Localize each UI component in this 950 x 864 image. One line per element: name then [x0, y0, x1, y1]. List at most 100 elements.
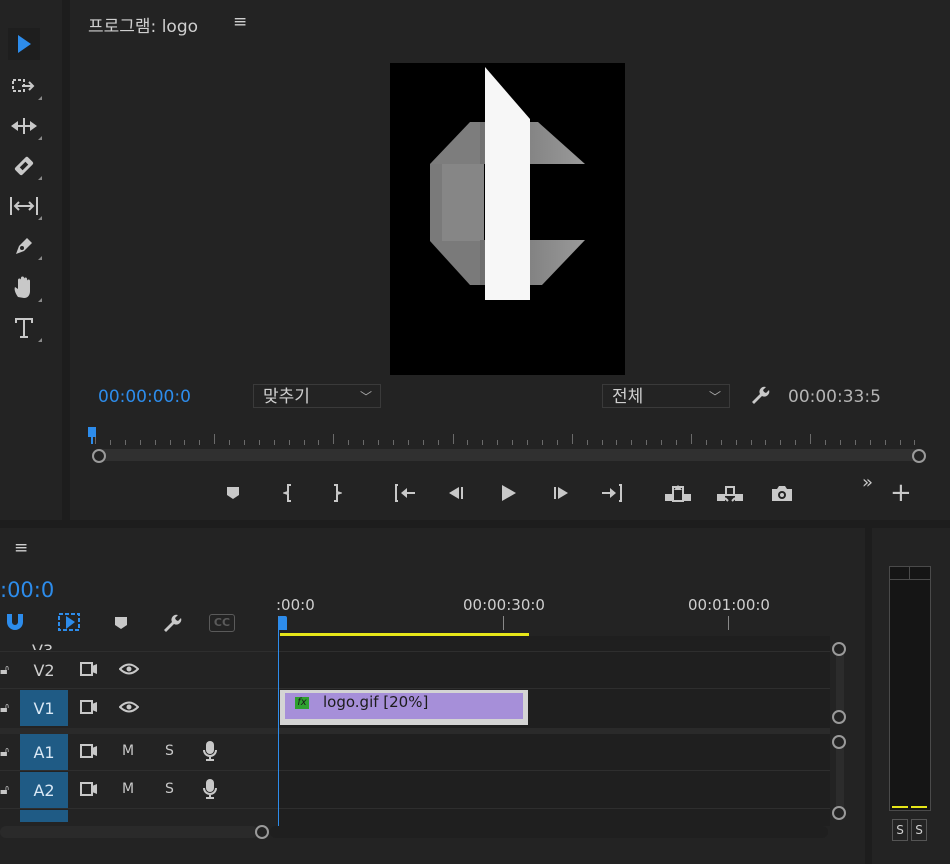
- mark-out-button[interactable]: [323, 480, 349, 506]
- snap-magnet-icon: [7, 614, 23, 630]
- monitor-zoom-scrollbar[interactable]: [98, 449, 920, 461]
- linked-selection-icon: [58, 613, 80, 631]
- lock-icon[interactable]: 🔓︎: [0, 662, 9, 678]
- step-back-button[interactable]: [443, 480, 469, 506]
- track-a1: 🔓︎ A1 M S: [0, 734, 830, 770]
- monitor-ruler-tick: [587, 440, 588, 445]
- panel-menu-icon[interactable]: ≡: [233, 12, 247, 32]
- snap-toggle[interactable]: [4, 612, 26, 634]
- more-controls-icon[interactable]: »: [862, 472, 873, 493]
- razor-tool-button[interactable]: [8, 150, 42, 182]
- eye-icon[interactable]: [118, 701, 140, 717]
- mute-track-button[interactable]: M: [122, 781, 134, 797]
- selection-tool-button[interactable]: [8, 28, 40, 60]
- track-v1-label[interactable]: V1: [20, 690, 68, 726]
- solo-left-button[interactable]: S: [892, 819, 908, 841]
- lift-button[interactable]: [663, 480, 693, 506]
- program-monitor-title[interactable]: 프로그램: logo: [88, 12, 198, 37]
- logo-frame-image: [430, 67, 585, 300]
- marker-icon: [227, 487, 239, 499]
- monitor-playhead-line: [91, 436, 93, 444]
- lock-icon[interactable]: 🔓︎: [0, 782, 9, 798]
- clip-fx-badge[interactable]: fx: [295, 697, 309, 709]
- zoom-dropdown[interactable]: 맞추기 ﹀: [253, 384, 381, 408]
- settings-wrench-button[interactable]: [748, 384, 770, 410]
- step-forward-button[interactable]: [548, 480, 574, 506]
- monitor-ruler-tick: [423, 440, 424, 445]
- monitor-ruler-tick: [140, 440, 141, 445]
- mark-in-button[interactable]: [276, 480, 302, 506]
- play-button[interactable]: [495, 480, 521, 506]
- hand-tool-button[interactable]: [8, 272, 42, 304]
- monitor-ruler-tick: [378, 440, 379, 445]
- meter-left-peak: [892, 806, 908, 808]
- timeline-scroll-handle[interactable]: [255, 825, 269, 839]
- track-v3-label[interactable]: V3: [32, 638, 53, 650]
- button-editor-add-icon[interactable]: +: [890, 480, 912, 506]
- export-frame-button[interactable]: [769, 480, 795, 506]
- add-marker-button[interactable]: [220, 480, 246, 506]
- extract-icon: [717, 486, 743, 502]
- monitor-ruler-tick: [229, 440, 230, 445]
- monitor-ruler-tick: [453, 434, 454, 444]
- eye-icon[interactable]: [118, 663, 140, 679]
- pen-tool-button[interactable]: [8, 230, 42, 262]
- timeline-timecode[interactable]: :00:0: [0, 578, 54, 602]
- wrench-icon: [164, 614, 182, 632]
- timeline-horizontal-track[interactable]: [270, 826, 828, 838]
- timeline-settings-button[interactable]: [160, 612, 182, 638]
- microphone-icon[interactable]: [203, 740, 217, 766]
- mute-track-button[interactable]: M: [122, 743, 134, 759]
- captions-button[interactable]: CC: [209, 614, 235, 632]
- audio-scroll-top-handle[interactable]: [832, 735, 846, 749]
- toggle-sync-lock-icon[interactable]: [80, 700, 98, 718]
- timeline-playhead-head[interactable]: [278, 616, 287, 630]
- play-icon: [502, 485, 516, 501]
- ripple-edit-tool-button[interactable]: [8, 110, 42, 142]
- video-scroll-top-handle[interactable]: [832, 642, 846, 656]
- timeline-menu-icon[interactable]: ≡: [14, 538, 28, 558]
- hand-tool-icon: [14, 276, 30, 298]
- go-to-in-button[interactable]: [392, 480, 418, 506]
- program-current-timecode[interactable]: 00:00:00:0: [98, 387, 191, 407]
- type-tool-button[interactable]: [8, 312, 42, 344]
- audio-scroll-bottom-handle[interactable]: [832, 806, 846, 820]
- solo-track-button[interactable]: S: [165, 743, 174, 759]
- meter-right-peak: [911, 806, 927, 808]
- track-a3-label[interactable]: [20, 810, 68, 822]
- video-scroll-bottom-handle[interactable]: [832, 710, 846, 724]
- monitor-ruler-tick: [810, 434, 811, 444]
- track-a2-label[interactable]: A2: [20, 772, 68, 808]
- monitor-ruler-tick: [751, 440, 752, 445]
- quality-dropdown[interactable]: 전체 ﹀: [602, 384, 730, 408]
- audio-meter: [889, 566, 931, 811]
- marker-icon: [115, 617, 127, 629]
- toggle-sync-lock-icon[interactable]: [80, 744, 98, 762]
- lock-icon[interactable]: 🔓︎: [0, 744, 9, 760]
- monitor-ruler-tick: [870, 440, 871, 445]
- solo-right-button[interactable]: S: [911, 819, 927, 841]
- track-divider: [0, 770, 830, 771]
- go-to-out-button[interactable]: [599, 480, 625, 506]
- track-v2-label[interactable]: V2: [20, 652, 68, 688]
- solo-track-button[interactable]: S: [165, 781, 174, 797]
- monitor-scroll-left-handle[interactable]: [92, 449, 106, 463]
- toggle-sync-lock-icon[interactable]: [80, 662, 98, 680]
- monitor-ruler-tick: [304, 440, 305, 445]
- toggle-sync-lock-icon[interactable]: [80, 782, 98, 800]
- lock-icon[interactable]: 🔓︎: [0, 700, 9, 716]
- add-timeline-marker-button[interactable]: [114, 615, 128, 634]
- linked-selection-toggle[interactable]: [58, 612, 80, 636]
- timeline-horizontal-scrollbar[interactable]: [0, 826, 258, 838]
- type-tool-icon: [15, 318, 33, 338]
- extract-button[interactable]: [715, 480, 745, 506]
- microphone-icon[interactable]: [203, 778, 217, 804]
- track-a1-label[interactable]: A1: [20, 734, 68, 770]
- monitor-ruler-tick: [155, 440, 156, 445]
- monitor-ruler-tick: [110, 440, 111, 445]
- slip-tool-icon: [10, 197, 38, 215]
- monitor-scroll-right-handle[interactable]: [912, 449, 926, 463]
- clip-logo-gif[interactable]: fx logo.gif [20%]: [280, 690, 528, 725]
- track-select-tool-button[interactable]: [8, 70, 42, 102]
- slip-tool-button[interactable]: [8, 190, 42, 222]
